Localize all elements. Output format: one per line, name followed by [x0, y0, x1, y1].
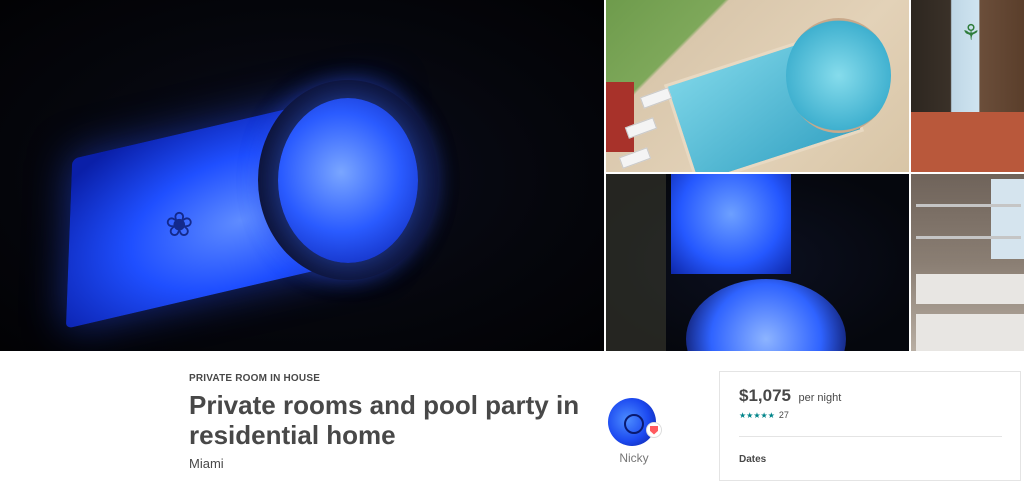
superhost-badge-icon	[646, 422, 662, 438]
photo-spa-night[interactable]	[606, 174, 909, 351]
dolphin-icon: ❀	[165, 206, 194, 244]
per-night-label: per night	[798, 392, 842, 404]
listing-info: PRIVATE ROOM IN HOUSE Private rooms and …	[189, 373, 609, 471]
spa-shape	[786, 18, 891, 133]
pool-shape	[671, 174, 791, 274]
photo-pool-day[interactable]	[606, 0, 909, 172]
room-type-label: PRIVATE ROOM IN HOUSE	[189, 373, 321, 384]
photo-bedroom-window[interactable]: ⚘	[911, 0, 1024, 172]
mattress	[916, 274, 1024, 304]
floor	[911, 112, 1024, 172]
photo-main-pool-night[interactable]: ❀	[0, 0, 604, 351]
window	[991, 179, 1024, 259]
house-wall	[606, 82, 634, 152]
star-rating-icon: ★★★★★	[739, 410, 775, 420]
price-row: $1,075 per night	[739, 386, 841, 406]
photo-bunk-room[interactable]	[911, 174, 1024, 351]
host-avatar[interactable]	[608, 398, 656, 446]
spa-shape	[278, 98, 418, 263]
rating-summary[interactable]: ★★★★★ 27	[739, 410, 789, 420]
listing-city-link[interactable]: Miami	[189, 456, 609, 471]
palm-tree-icon: ⚘	[961, 20, 981, 45]
divider	[739, 436, 1002, 437]
bunk-rail	[916, 236, 1021, 239]
deck	[606, 174, 666, 351]
spa-shape	[686, 279, 846, 351]
dates-label: Dates	[739, 454, 767, 465]
nightly-price: $1,075	[739, 386, 791, 405]
host-name[interactable]: Nicky	[608, 451, 660, 465]
lounge-chair	[639, 87, 673, 109]
photo-gallery: ❀ ⚘	[0, 0, 1024, 351]
review-count: 27	[778, 410, 789, 420]
listing-title: Private rooms and pool party in resident…	[189, 390, 580, 450]
host-profile[interactable]: Nicky	[608, 398, 662, 465]
mattress	[916, 314, 1024, 351]
booking-panel: $1,075 per night ★★★★★ 27 Dates	[719, 371, 1021, 481]
bunk-rail	[916, 204, 1021, 207]
